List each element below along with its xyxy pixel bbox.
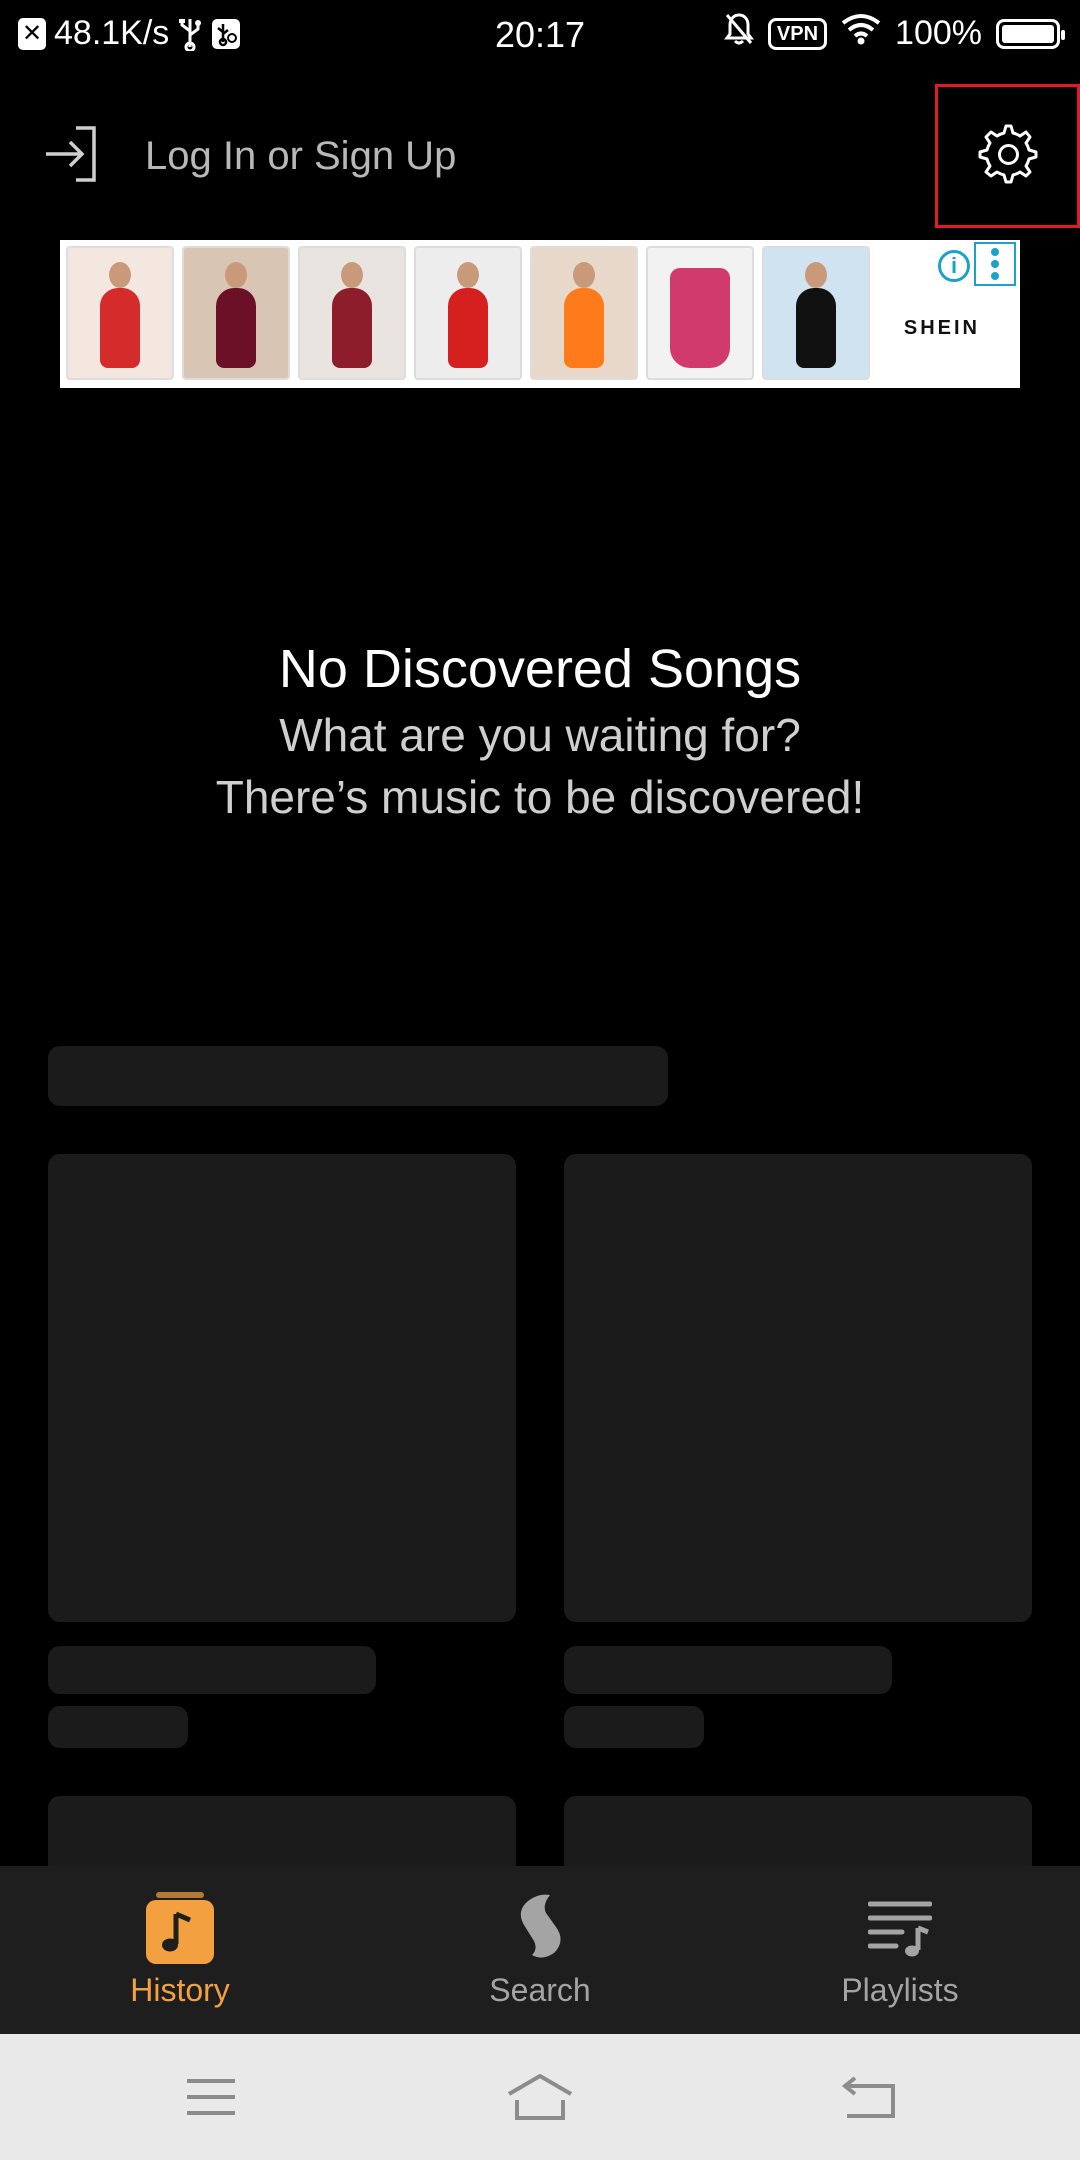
garment — [564, 288, 604, 368]
skeleton-card-image — [564, 1796, 1032, 1876]
login-signup-link[interactable]: Log In or Sign Up — [145, 134, 456, 179]
ad-product-strip[interactable] — [66, 246, 870, 380]
ad-options-icon[interactable] — [974, 242, 1016, 286]
music-note-icon — [144, 1892, 216, 1964]
skeleton-card-image — [48, 1154, 516, 1622]
model-head — [225, 262, 247, 288]
model-head — [457, 262, 479, 288]
skeleton-card-title — [564, 1646, 892, 1694]
ad-product-image[interactable] — [414, 246, 522, 380]
info-icon[interactable]: i — [938, 250, 970, 282]
system-nav-bar — [0, 2034, 1080, 2160]
model-head — [573, 262, 595, 288]
nav-playlists-label: Playlists — [841, 1972, 959, 2008]
model-head — [341, 262, 363, 288]
ad-product-image[interactable] — [762, 246, 870, 380]
battery-percent: 100% — [895, 14, 982, 52]
model-head — [805, 262, 827, 288]
ad-product-image[interactable] — [530, 246, 638, 380]
garment — [332, 288, 372, 368]
garment — [100, 288, 140, 368]
nav-history[interactable]: History — [30, 1866, 330, 2034]
vpn-icon: VPN — [767, 17, 828, 50]
garment — [796, 288, 836, 368]
model-head — [109, 262, 131, 288]
ad-brand-name: SHEIN — [903, 317, 980, 339]
shazam-icon — [504, 1892, 576, 1964]
nav-history-label: History — [130, 1972, 230, 2008]
empty-state-subtitle-line2: There’s music to be discovered! — [215, 771, 865, 823]
top-header: Log In or Sign Up — [0, 72, 1080, 242]
nav-search[interactable]: Search — [390, 1866, 690, 2034]
garment — [670, 268, 730, 368]
wifi-icon — [841, 13, 881, 54]
ad-banner[interactable]: i SHEIN — [60, 240, 1020, 388]
status-bar: ✕ 48.1K/s 20:17 VPN 100% — [0, 0, 1080, 72]
nav-search-label: Search — [489, 1972, 591, 2008]
skeleton-card-title — [48, 1646, 376, 1694]
login-arrow-icon[interactable] — [40, 122, 104, 186]
empty-state-title: No Discovered Songs — [278, 639, 802, 699]
bell-off-icon — [723, 12, 754, 55]
skeleton-card-subtitle — [48, 1706, 188, 1748]
gear-icon — [978, 124, 1038, 189]
battery-icon — [996, 18, 1065, 49]
ad-product-image[interactable] — [646, 246, 754, 380]
home-icon[interactable] — [495, 2062, 585, 2132]
skeleton-card-subtitle — [564, 1706, 704, 1748]
status-right: VPN 100% — [723, 12, 1065, 55]
ad-product-image[interactable] — [182, 246, 290, 380]
skeleton-card-image — [564, 1154, 1032, 1622]
settings-button[interactable] — [935, 84, 1080, 228]
ad-product-image[interactable] — [298, 246, 406, 380]
garment — [448, 288, 488, 368]
garment — [216, 288, 256, 368]
menu-icon[interactable] — [166, 2062, 256, 2132]
ad-product-image[interactable] — [66, 246, 174, 380]
empty-state-subtitle-line1: What are you waiting for? — [279, 709, 801, 761]
nav-playlists[interactable]: Playlists — [750, 1866, 1050, 2034]
bottom-nav: History Search Playlists — [0, 1866, 1080, 2034]
back-icon[interactable] — [824, 2062, 914, 2132]
skeleton-heading — [48, 1046, 668, 1106]
skeleton-card-image — [48, 1796, 516, 1876]
playlist-icon — [864, 1892, 936, 1964]
